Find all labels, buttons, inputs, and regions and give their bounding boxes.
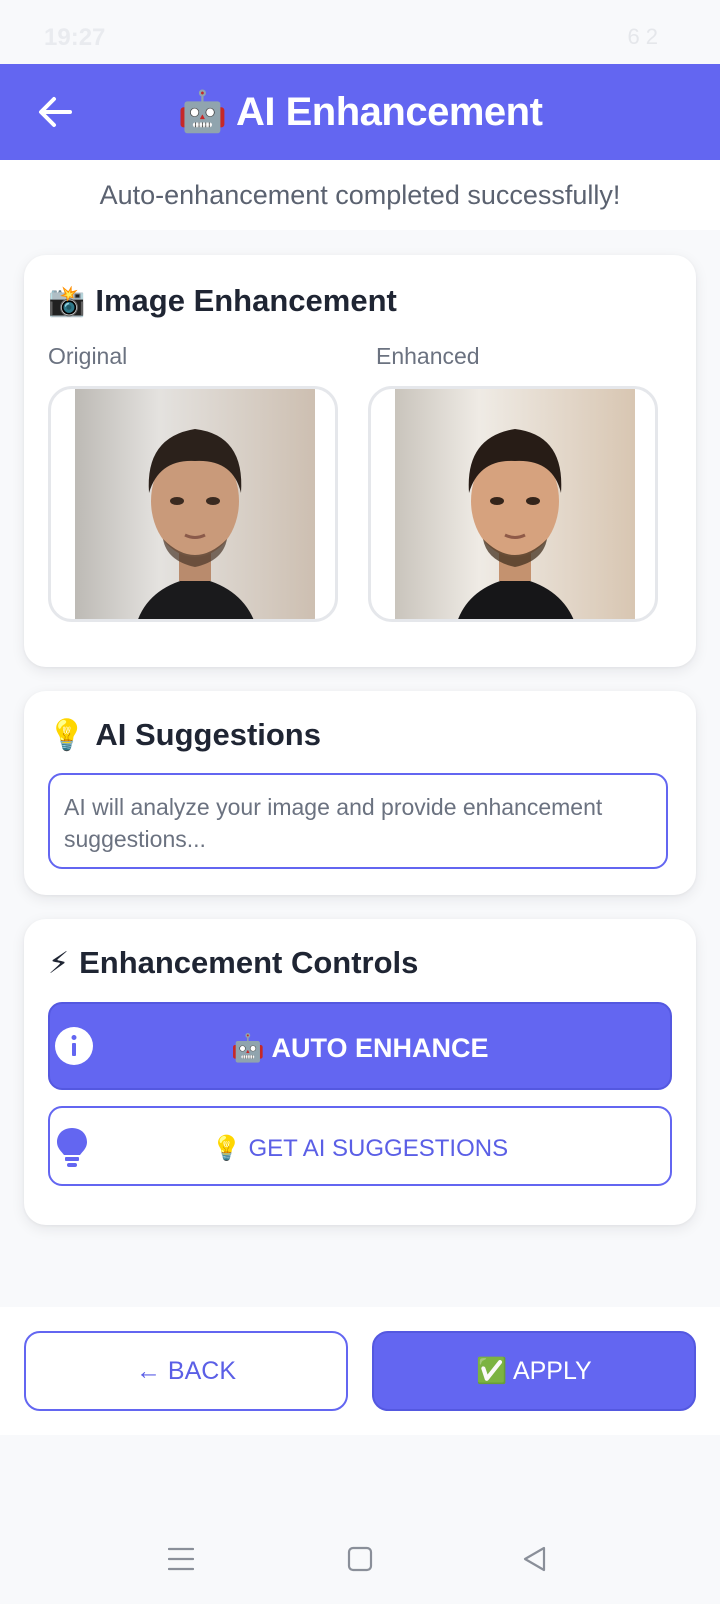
image-enhancement-heading: Image Enhancement <box>95 283 397 318</box>
battery-level: 62 <box>627 24 664 49</box>
enhancement-controls-card: ⚡ Enhancement Controls 🤖 AUTO ENHANCE 💡 … <box>24 919 696 1225</box>
enhanced-photo <box>395 389 635 619</box>
system-nav-bar <box>0 1500 720 1604</box>
auto-enhance-label: 🤖 AUTO ENHANCE <box>231 1033 489 1063</box>
get-ai-suggestions-button[interactable]: 💡 GET AI SUGGESTIONS <box>48 1106 672 1186</box>
get-ai-suggestions-label: 💡 GET AI SUGGESTIONS <box>211 1135 509 1162</box>
status-message: Auto-enhancement completed successfully! <box>99 180 621 210</box>
back-button[interactable]: ← BACK <box>24 1331 348 1411</box>
enhancement-controls-heading: Enhancement Controls <box>79 945 419 980</box>
camera-icon: 📸 <box>48 284 86 318</box>
ai-suggestions-title: 💡 AI Suggestions <box>48 717 321 753</box>
home-icon[interactable] <box>347 1546 373 1572</box>
status-icons: 62 <box>628 24 664 50</box>
ai-suggestions-card: 💡 AI Suggestions AI will analyze your im… <box>24 691 696 895</box>
original-photo <box>75 389 315 619</box>
status-message-bar: Auto-enhancement completed successfully! <box>0 160 720 230</box>
suggestions-text-box: AI will analyze your image and provide e… <box>48 773 668 869</box>
menu-icon[interactable] <box>168 1546 194 1572</box>
image-enhancement-card: 📸 Image Enhancement Original Enhanced <box>24 255 696 667</box>
original-image-frame[interactable] <box>48 386 338 622</box>
ai-suggestions-heading: AI Suggestions <box>95 717 321 752</box>
auto-enhance-button[interactable]: 🤖 AUTO ENHANCE <box>48 1002 672 1090</box>
lightbulb-icon: 💡 <box>48 718 86 752</box>
enhancement-controls-title: ⚡ Enhancement Controls <box>48 945 418 981</box>
bottom-action-bar: ← BACK ✅ APPLY <box>0 1307 720 1435</box>
enhanced-label: Enhanced <box>376 343 480 369</box>
lightning-icon: ⚡ <box>48 946 70 980</box>
original-label: Original <box>48 343 128 369</box>
status-time: 19:27 <box>44 24 106 51</box>
enhanced-image-frame[interactable] <box>368 386 658 622</box>
page-title: 🤖 AI Enhancement <box>177 90 543 134</box>
back-triangle-icon[interactable] <box>522 1546 548 1572</box>
app-bar: 🤖 AI Enhancement <box>0 64 720 160</box>
status-bar: 19:27 62 <box>0 0 720 64</box>
image-enhancement-title: 📸 Image Enhancement <box>48 283 397 319</box>
apply-button[interactable]: ✅ APPLY <box>372 1331 696 1411</box>
